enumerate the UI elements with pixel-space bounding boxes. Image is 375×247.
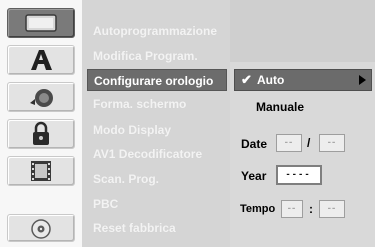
date-day-field[interactable]: -- xyxy=(276,134,302,152)
menu-item-scan-prog[interactable]: Scan. Prog. xyxy=(87,168,227,190)
padlock-icon xyxy=(33,121,49,145)
option-manuale[interactable]: Manuale xyxy=(256,100,304,114)
year-field[interactable]: ---- xyxy=(276,165,322,185)
menu-item-pbc[interactable]: PBC xyxy=(87,193,227,215)
menu-item-modo-display[interactable]: Modo Display xyxy=(87,119,227,141)
date-month-field[interactable]: -- xyxy=(319,134,345,152)
audio-icon[interactable] xyxy=(7,82,75,112)
disc-icon[interactable] xyxy=(7,214,75,242)
time-separator: : xyxy=(309,202,313,216)
time-hour-field[interactable]: -- xyxy=(281,200,303,218)
setup-general-icon[interactable] xyxy=(7,8,75,38)
date-label: Date xyxy=(241,137,268,151)
speaker-icon xyxy=(30,89,53,107)
menu-item-modifica-program[interactable]: Modifica Program. xyxy=(87,45,227,67)
option-auto[interactable]: ✔ Auto xyxy=(234,69,372,91)
menu-item-reset-fabbrica[interactable]: Reset fabbrica xyxy=(87,217,227,239)
clock-submenu: ✔ Auto Manuale Date -- / -- Year ---- Te… xyxy=(230,0,375,247)
date-separator: / xyxy=(307,136,311,150)
time-label: Tempo xyxy=(240,203,276,215)
setup-menu: Autoprogrammazione Modifica Program. Con… xyxy=(82,0,230,247)
menu-item-av1-decodificatore[interactable]: AV1 Decodificatore xyxy=(87,143,227,165)
menu-item-forma-schermo[interactable]: Forma. schermo xyxy=(87,93,227,115)
lock-icon[interactable] xyxy=(7,119,75,149)
optical-disc-icon xyxy=(31,219,51,239)
option-auto-label: Auto xyxy=(257,73,285,87)
tv-screen-icon xyxy=(25,14,57,32)
film-strip-icon xyxy=(31,161,51,181)
time-minute-field[interactable]: -- xyxy=(319,200,345,218)
letter-a-icon xyxy=(31,50,52,70)
setup-screen: Autoprogrammazione Modifica Program. Con… xyxy=(0,0,375,247)
menu-item-autoprogrammazione[interactable]: Autoprogrammazione xyxy=(87,20,227,42)
arrow-right-icon xyxy=(359,75,366,85)
year-label: Year xyxy=(241,169,267,183)
category-icon-bar xyxy=(0,0,82,247)
menu-item-configurare-orologio[interactable]: Configurare orologio xyxy=(87,69,227,91)
check-icon: ✔ xyxy=(241,72,252,87)
recording-icon[interactable] xyxy=(7,156,75,186)
language-icon[interactable] xyxy=(7,45,75,75)
